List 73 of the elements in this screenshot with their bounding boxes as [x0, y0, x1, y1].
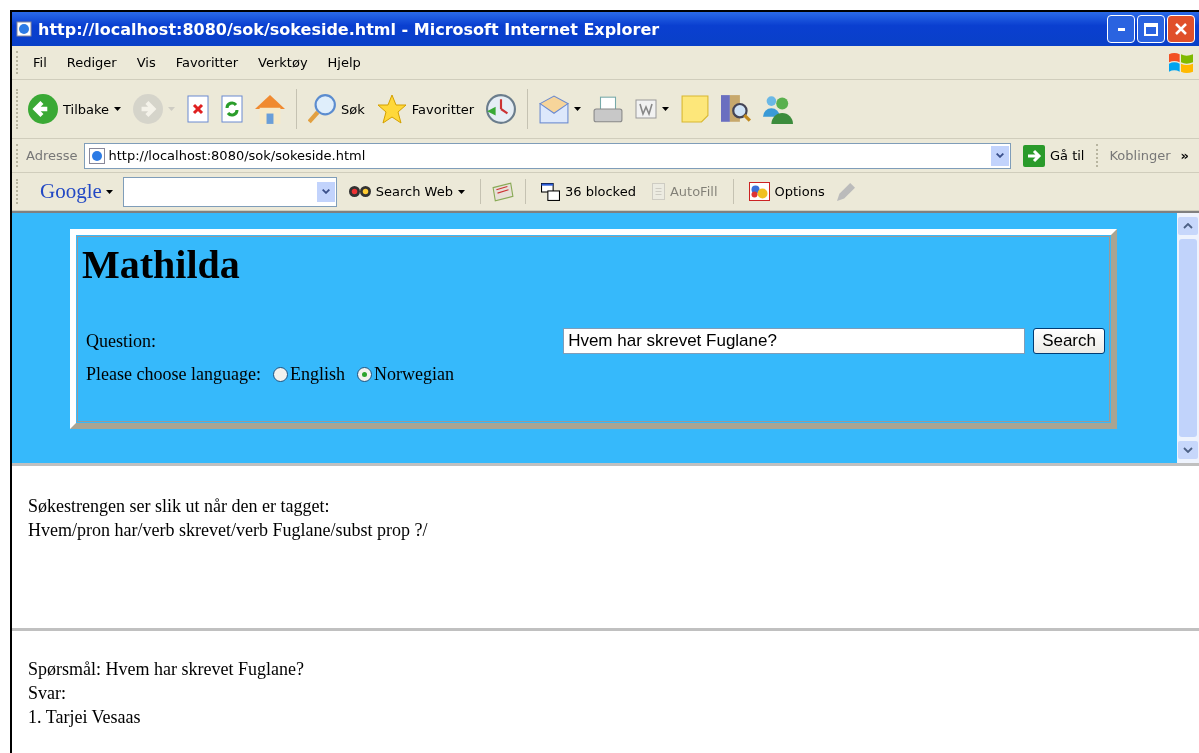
text-line: Spørsmål: Hvem har skrevet Fuglane?: [28, 658, 305, 681]
address-label: Adresse: [26, 148, 78, 163]
radio-button[interactable]: [356, 367, 372, 382]
chevron-down-icon: [995, 153, 1004, 158]
form-icon: [651, 183, 665, 200]
radio-label[interactable]: English: [289, 364, 345, 385]
chevron-down-icon: [1183, 447, 1193, 453]
radio-button[interactable]: [272, 367, 288, 382]
question-field[interactable]: Hvem har skrevet Fuglane?: [563, 328, 1026, 354]
stop-icon: [187, 95, 210, 123]
document-icon: [635, 99, 658, 119]
popup-blocker-button[interactable]: 36 blocked: [536, 180, 640, 203]
menu-item[interactable]: Hjelp: [320, 55, 368, 70]
chevron-up-icon: [1183, 223, 1193, 229]
maximize-icon: [1144, 22, 1158, 36]
radio-label[interactable]: Norwegian: [373, 364, 454, 385]
note-icon: [681, 95, 710, 123]
search-icon: [308, 94, 337, 124]
close-icon: [1175, 23, 1187, 35]
chevron-down-icon: [321, 189, 330, 194]
text-line: Hvem/pron har/verb skrevet/verb Fuglane/subst prop ?/: [28, 519, 429, 542]
options-button[interactable]: Options: [744, 180, 829, 203]
back-icon: [28, 94, 58, 124]
text-line: Søkestrengen ser slik ut når den er tagget:: [28, 495, 331, 518]
page-icon: [88, 147, 105, 164]
more-button[interactable]: »: [1180, 148, 1199, 163]
windows-icon: [540, 182, 560, 201]
google-search-field[interactable]: [122, 176, 337, 207]
address-field[interactable]: http://localhost:8080/sok/sokeside.html: [83, 142, 1011, 169]
minimize-button[interactable]: [1107, 15, 1135, 43]
back-button[interactable]: Tilbake: [24, 92, 126, 126]
search-button[interactable]: Search: [1033, 328, 1105, 354]
menu-item[interactable]: Favoritter: [168, 55, 246, 70]
caret-icon: [457, 189, 465, 194]
envelope-icon: [539, 94, 570, 124]
links-label[interactable]: Koblinger: [1105, 148, 1175, 163]
home-icon: [255, 94, 286, 124]
menu-item[interactable]: Vis: [129, 55, 163, 70]
minimize-icon: [1117, 27, 1125, 31]
news-icon[interactable]: [491, 181, 514, 202]
menu-item[interactable]: Rediger: [59, 55, 124, 70]
arrow-right-icon: [1022, 144, 1045, 167]
question-label: Question:: [86, 330, 156, 352]
text-line: Svar:: [28, 682, 67, 705]
binoculars-icon: [348, 186, 371, 197]
google-menu-button[interactable]: Google: [38, 179, 115, 204]
close-button[interactable]: [1167, 15, 1195, 43]
favorites-button[interactable]: Favoritter: [372, 92, 479, 126]
refresh-icon: [221, 95, 244, 123]
maximize-button[interactable]: [1137, 15, 1165, 43]
window-title: http://localhost:8080/sok/sokeside.html - Microsoft Internet Explorer: [38, 19, 661, 39]
menu-item[interactable]: Fil: [26, 55, 54, 70]
books-magnifier-icon: [721, 95, 752, 123]
browser-icon: [16, 21, 32, 37]
scroll-up-button[interactable]: [1178, 217, 1198, 235]
forward-icon: [133, 94, 164, 124]
printer-icon: [593, 95, 624, 123]
windows-logo-icon: [1169, 52, 1193, 73]
text-line: 1. Tarjei Vesaas: [28, 706, 142, 729]
scrollbar-thumb[interactable]: [1179, 239, 1197, 437]
go-button[interactable]: Gå til: [1016, 144, 1091, 167]
dropdown-button[interactable]: [990, 145, 1009, 166]
clock-icon: [486, 94, 517, 124]
language-label: Please choose language:: [86, 364, 261, 385]
search-button[interactable]: Søk: [304, 92, 369, 126]
people-icon: [763, 94, 794, 124]
search-web-button[interactable]: Search Web: [344, 182, 469, 201]
page-heading: Mathilda: [82, 241, 241, 288]
menu-item[interactable]: Verktøy: [251, 55, 315, 70]
scroll-down-button[interactable]: [1178, 441, 1198, 459]
star-icon: [376, 94, 407, 124]
caret-icon: [105, 189, 113, 194]
options-icon: [748, 182, 770, 201]
